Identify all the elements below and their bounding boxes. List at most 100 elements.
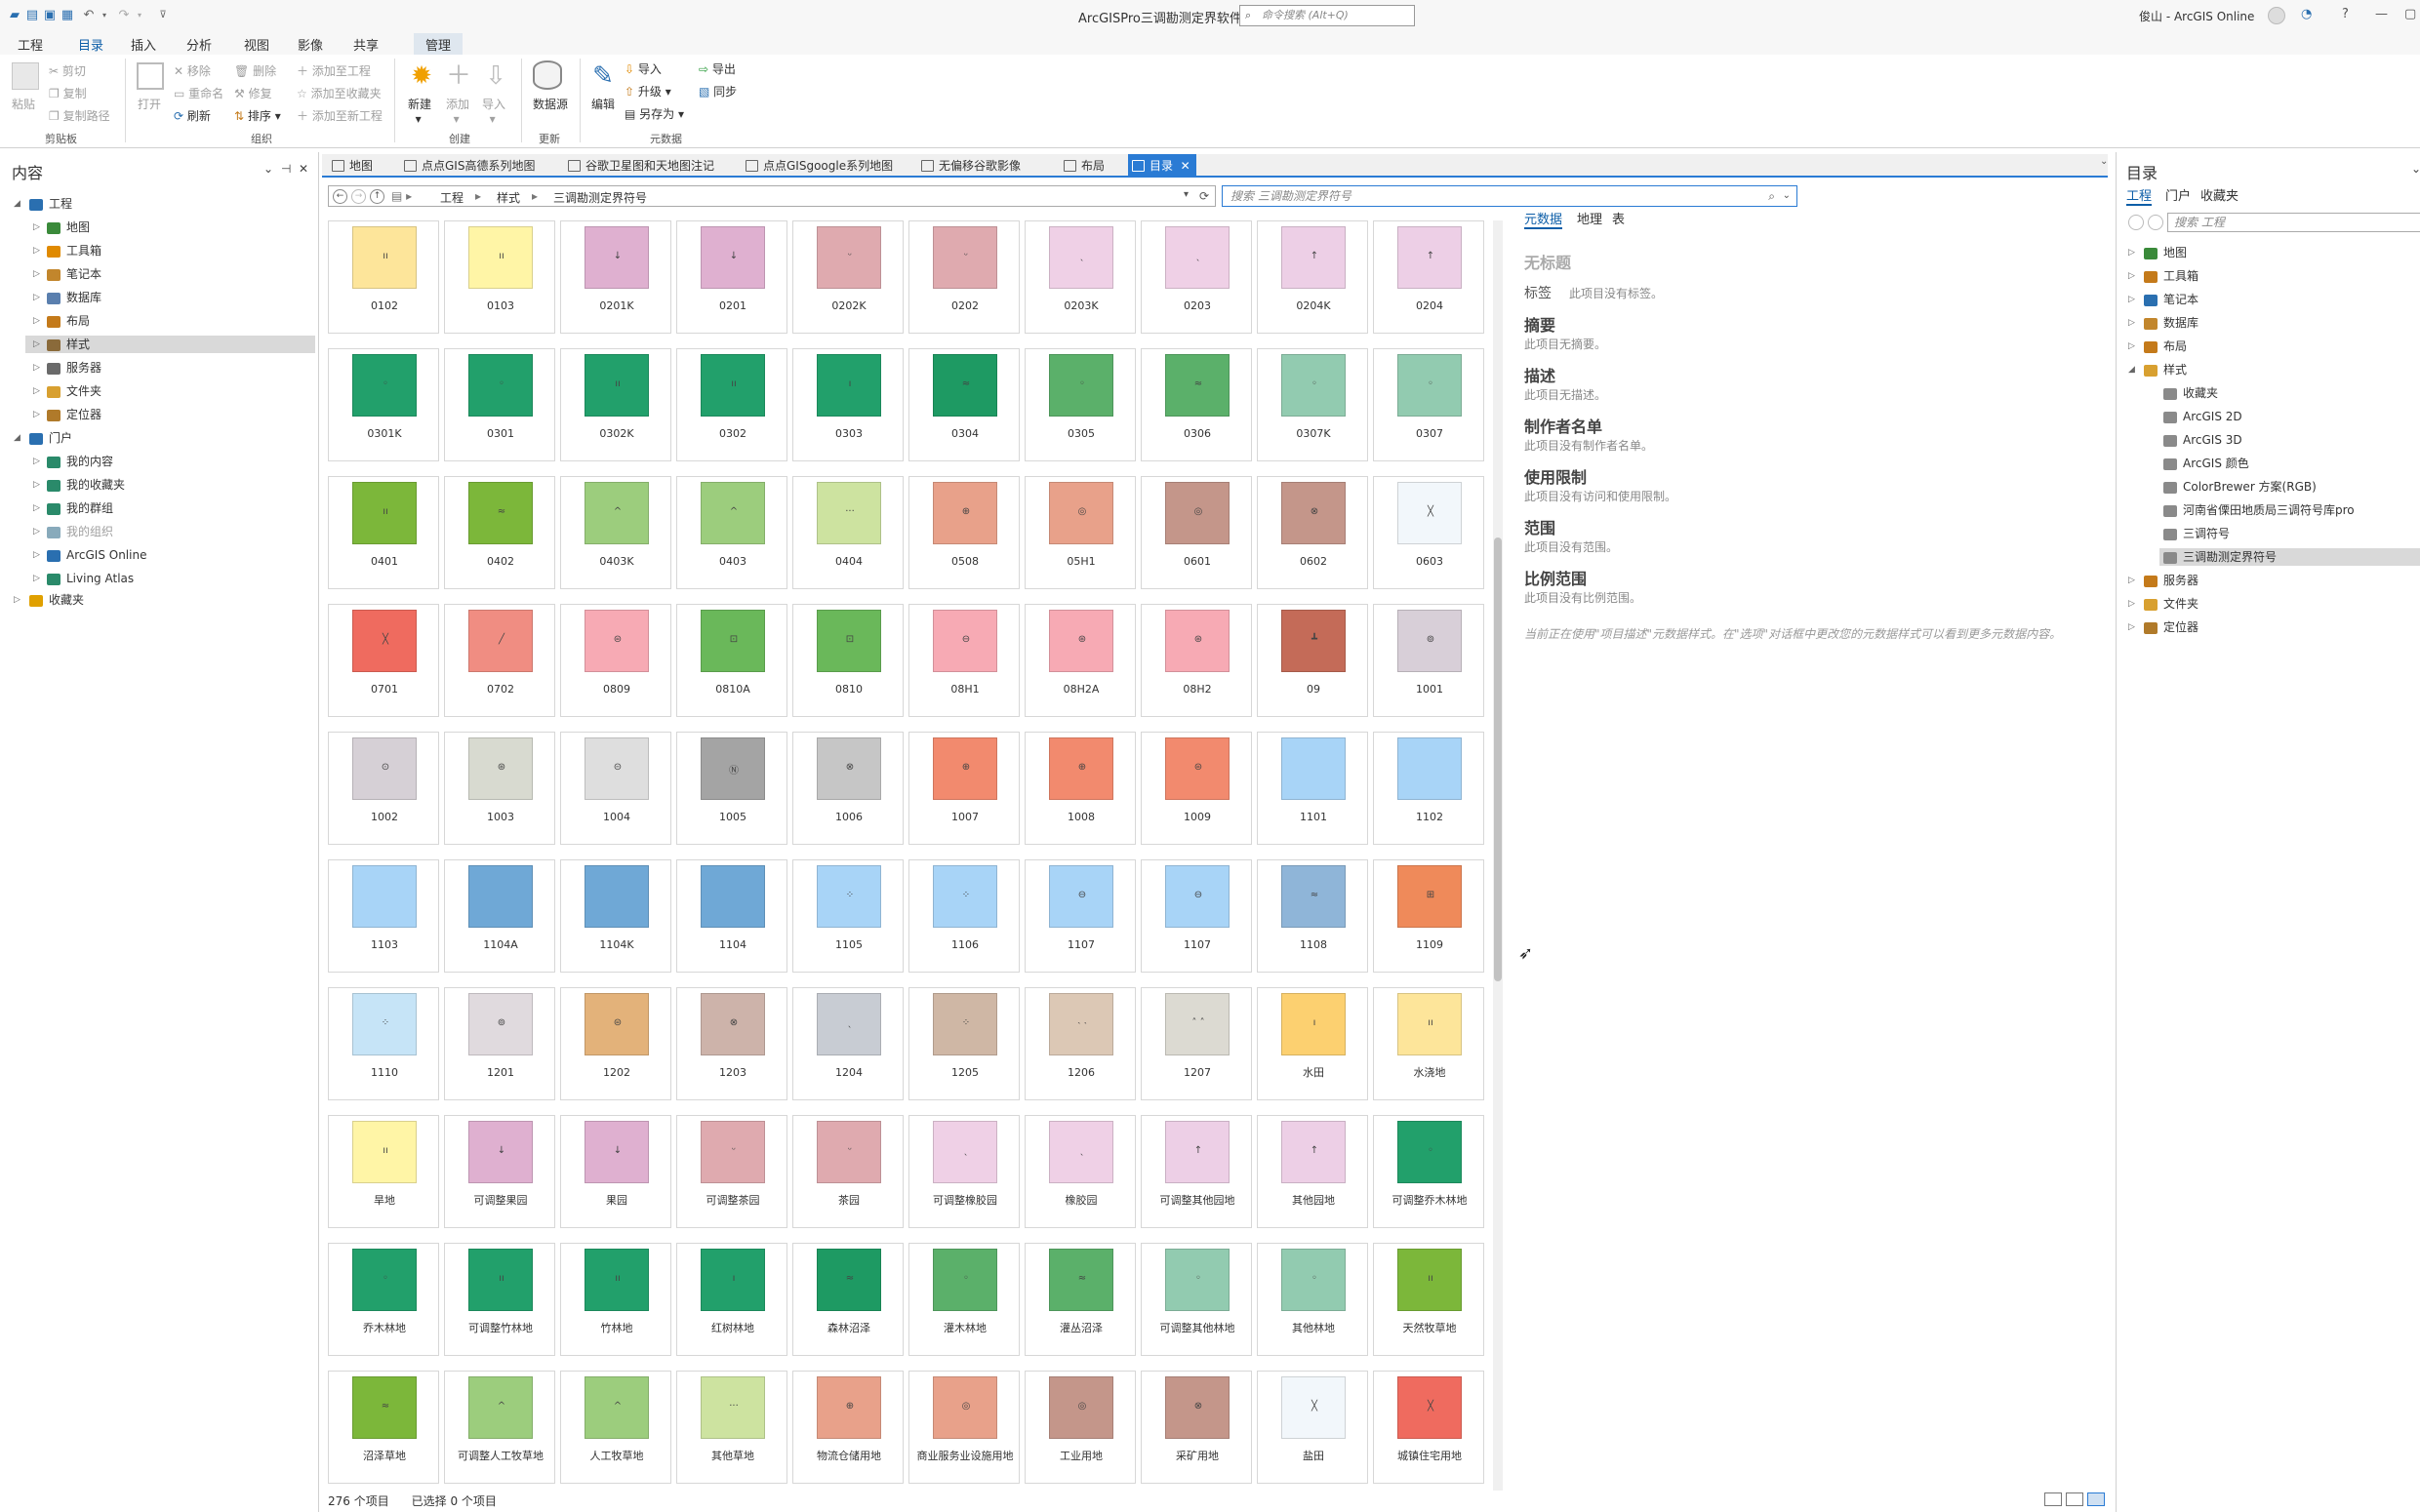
style-item-tile[interactable]: ↑ 0204K bbox=[1257, 220, 1368, 334]
style-item-tile[interactable]: ⊚ 1201 bbox=[444, 987, 555, 1100]
style-item-tile[interactable]: ⊞ 1109 bbox=[1373, 859, 1484, 973]
refresh-button[interactable]: ⟳ 刷新 bbox=[174, 107, 211, 124]
style-item-tile[interactable]: ⊗ 0602 bbox=[1257, 476, 1368, 589]
catalog-item[interactable]: ColorBrewer 方案(RGB) bbox=[2159, 478, 2420, 496]
style-item-tile[interactable]: ⊚ 1001 bbox=[1373, 604, 1484, 717]
style-item-tile[interactable]: ⁘ 1205 bbox=[908, 987, 1020, 1100]
contents-item[interactable]: ◢ 工程 bbox=[0, 195, 317, 213]
back-icon[interactable]: ← bbox=[333, 189, 347, 204]
style-item-tile[interactable]: ↓ 0201K bbox=[560, 220, 671, 334]
style-item-tile[interactable]: 1104A bbox=[444, 859, 555, 973]
close-icon[interactable]: ✕ bbox=[299, 162, 308, 176]
style-item-tile[interactable]: ˄ ˄ 1207 bbox=[1141, 987, 1252, 1100]
tab-list-dropdown-icon[interactable]: ⌄ bbox=[2100, 156, 2108, 167]
style-item-tile[interactable]: ≈0402 bbox=[444, 476, 555, 589]
pin-icon[interactable]: ⊣ bbox=[281, 162, 291, 176]
style-item-tile[interactable]: ⊡ 0810 bbox=[792, 604, 904, 717]
catalog-item[interactable]: ▷ 地图 bbox=[2117, 244, 2420, 261]
style-item-tile[interactable]: ╳ 盐田 bbox=[1257, 1371, 1368, 1484]
style-item-tile[interactable]: ↑ 0204 bbox=[1373, 220, 1484, 334]
contents-item[interactable]: ▷ 我的内容 bbox=[25, 453, 315, 470]
style-item-tile[interactable]: ◦ 灌木林地 bbox=[908, 1243, 1020, 1356]
edit-button[interactable]: 编辑 bbox=[591, 96, 615, 112]
style-item-tile[interactable]: ı 0303 bbox=[792, 348, 904, 461]
contents-item[interactable]: ▷ 我的组织 bbox=[25, 523, 315, 540]
style-item-tile[interactable]: ◦ 0301 bbox=[444, 348, 555, 461]
style-item-tile[interactable]: ı 红树林地 bbox=[676, 1243, 787, 1356]
catalog-item[interactable]: ▷ 定位器 bbox=[2117, 618, 2420, 636]
style-item-tile[interactable]: ◦ 0307K bbox=[1257, 348, 1368, 461]
undo-icon[interactable]: ↶ bbox=[82, 9, 96, 22]
delete-button[interactable]: 🗑 删除 bbox=[234, 62, 276, 79]
contents-item[interactable]: ▷ 笔记本 bbox=[25, 265, 315, 283]
print-icon[interactable]: ▦ bbox=[60, 9, 74, 22]
style-item-tile[interactable]: ┻ 09 bbox=[1257, 604, 1368, 717]
details-view-icon[interactable] bbox=[2044, 1492, 2062, 1506]
upgrade-button[interactable]: ⇧ 升级 ▾ bbox=[625, 83, 671, 99]
style-item-tile[interactable]: ˎ 0203 bbox=[1141, 220, 1252, 334]
new-sun-icon[interactable]: ✹ bbox=[408, 62, 435, 90]
style-item-tile[interactable]: ˎ 橡胶园 bbox=[1025, 1115, 1136, 1228]
contents-item[interactable]: ▷ 地图 bbox=[25, 219, 315, 236]
style-item-tile[interactable]: ᵕ 可调整茶园 bbox=[676, 1115, 787, 1228]
style-item-tile[interactable]: ᵕ 茶园 bbox=[792, 1115, 904, 1228]
open-button[interactable]: 打开 bbox=[138, 96, 161, 112]
catalog-pane-search-input[interactable]: 搜索 工程 bbox=[2167, 213, 2420, 232]
import-big-button[interactable]: 导入 ▾ bbox=[482, 96, 505, 126]
style-item-tile[interactable]: ⁘ 1105 bbox=[792, 859, 904, 973]
tab-manage[interactable]: 管理 bbox=[414, 33, 464, 56]
tab-google-satellite[interactable]: 谷歌卫星图和天地图注记 bbox=[564, 156, 720, 176]
paste-button[interactable]: 粘贴 bbox=[12, 96, 35, 112]
style-item-tile[interactable]: ╱ 0702 bbox=[444, 604, 555, 717]
style-item-tile[interactable]: 1101 bbox=[1257, 732, 1368, 845]
tab-project[interactable]: 工程 bbox=[14, 33, 47, 56]
contents-item[interactable]: ▷ 样式 bbox=[25, 336, 315, 353]
up-icon[interactable]: ↑ bbox=[370, 189, 384, 204]
forward-icon[interactable]: → bbox=[351, 189, 366, 204]
style-item-tile[interactable]: ⊝ 1004 bbox=[560, 732, 671, 845]
style-item-tile[interactable]: ⊕ 1007 bbox=[908, 732, 1020, 845]
expand-icon[interactable]: ▷ bbox=[2128, 572, 2135, 589]
redo-dropdown-icon[interactable]: ▾ bbox=[133, 9, 146, 22]
style-item-tile[interactable]: ↓ 0201 bbox=[676, 220, 787, 334]
expand-icon[interactable]: ▷ bbox=[33, 219, 40, 236]
datasource-button[interactable]: 数据源 bbox=[533, 96, 568, 112]
contents-item[interactable]: ▷ 工具箱 bbox=[25, 242, 315, 259]
style-item-tile[interactable]: ⊖ 08H1 bbox=[908, 604, 1020, 717]
style-item-tile[interactable]: ↓ 果园 bbox=[560, 1115, 671, 1228]
style-item-tile[interactable]: ˎ 0203K bbox=[1025, 220, 1136, 334]
expand-icon[interactable]: ▷ bbox=[2128, 244, 2135, 261]
expand-icon[interactable]: ▷ bbox=[33, 312, 40, 330]
location-icon[interactable]: ▤ ▸ bbox=[391, 189, 412, 203]
minimize-icon[interactable]: — bbox=[2375, 7, 2388, 21]
tab-portal[interactable]: 门户 bbox=[2165, 185, 2191, 204]
catalog-item[interactable]: ◢ 样式 bbox=[2117, 361, 2420, 378]
catalog-item[interactable]: ▷ 布局 bbox=[2117, 338, 2420, 355]
style-item-tile[interactable]: ≈1108 bbox=[1257, 859, 1368, 973]
back-icon[interactable] bbox=[2128, 215, 2144, 230]
style-item-tile[interactable]: ⊖ 1107 bbox=[1141, 859, 1252, 973]
style-item-tile[interactable]: ⊕ 物流仓储用地 bbox=[792, 1371, 904, 1484]
style-item-tile[interactable]: ⊖ 1107 bbox=[1025, 859, 1136, 973]
contents-item[interactable]: ▷ 收藏夹 bbox=[0, 591, 317, 609]
add-to-favorites-button[interactable]: ☆ 添加至收藏夹 bbox=[297, 85, 382, 101]
tab-share[interactable]: 共享 bbox=[349, 33, 383, 56]
command-search-input[interactable]: ⌕ 命令搜索 (Alt+Q) bbox=[1239, 5, 1415, 26]
collapse-icon[interactable]: ◢ bbox=[14, 429, 20, 447]
breadcrumb-separator-icon[interactable]: ▸ bbox=[532, 189, 538, 203]
style-item-tile[interactable]: ≈0304 bbox=[908, 348, 1020, 461]
tab-map[interactable]: 地图 bbox=[328, 156, 379, 176]
close-tab-icon[interactable]: ✕ bbox=[1181, 159, 1190, 173]
expand-icon[interactable]: ▷ bbox=[33, 336, 40, 353]
grid-scroll-thumb[interactable] bbox=[1494, 537, 1502, 981]
style-item-tile[interactable]: ıı 水浇地 bbox=[1373, 987, 1484, 1100]
sync-button[interactable]: ▧ 同步 bbox=[699, 83, 737, 99]
style-item-tile[interactable]: ··· 其他草地 bbox=[676, 1371, 787, 1484]
save-icon[interactable]: ▣ bbox=[43, 9, 57, 22]
undo-dropdown-icon[interactable]: ▾ bbox=[98, 9, 111, 22]
expand-icon[interactable]: ▷ bbox=[33, 499, 40, 517]
tab-analysis[interactable]: 分析 bbox=[182, 33, 216, 56]
expand-icon[interactable]: ▷ bbox=[14, 591, 20, 609]
paste-icon[interactable] bbox=[12, 62, 39, 90]
remove-button[interactable]: ✕ 移除 bbox=[174, 62, 211, 79]
